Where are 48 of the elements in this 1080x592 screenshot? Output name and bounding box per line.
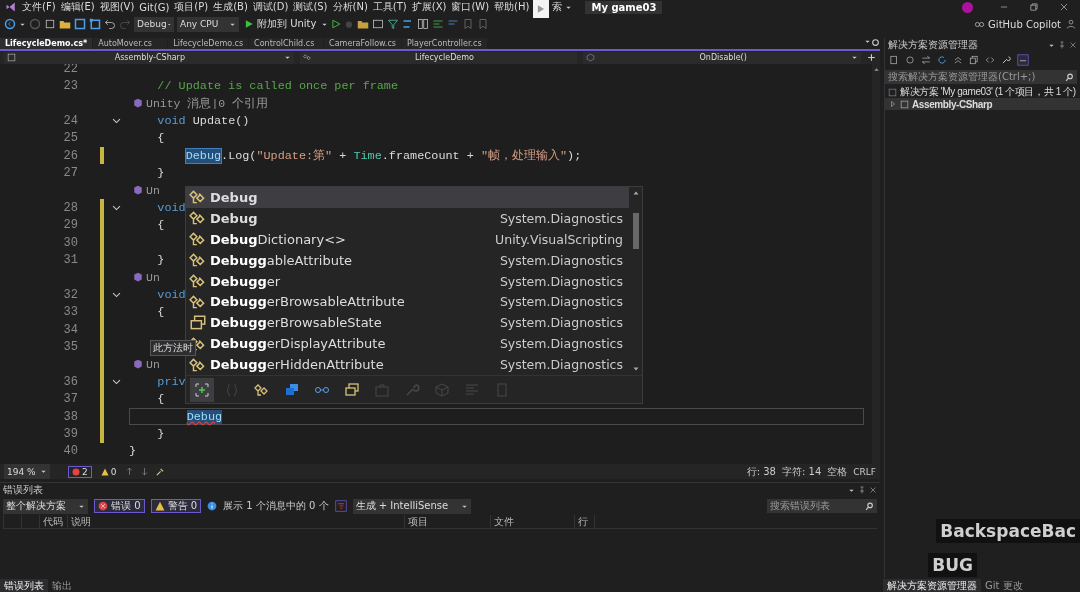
code-token: } xyxy=(129,444,137,459)
line-number: 22 xyxy=(62,64,78,76)
code-token: "帧，处理输入" xyxy=(480,147,568,164)
line-number: 26 xyxy=(62,148,78,163)
keystroke-overlay: BackspaceBac xyxy=(936,519,1080,543)
code-token: .Log( xyxy=(221,148,257,163)
panel-title: 解决方案资源管理器 xyxy=(888,38,978,52)
line-number: 40 xyxy=(62,444,78,459)
line-number: 32 xyxy=(62,287,78,302)
code-token: .frameCount + xyxy=(381,148,475,163)
code-token: + xyxy=(339,148,348,163)
tooltip: 此方法时 xyxy=(150,340,196,356)
code-token: // Update is called once per frame xyxy=(157,79,399,94)
code-token: Debug xyxy=(186,409,223,424)
line-number: 36 xyxy=(62,374,78,389)
line-number: 37 xyxy=(62,392,78,407)
line-number: 28 xyxy=(62,200,78,215)
line-number: 30 xyxy=(62,235,78,250)
code-token: { xyxy=(157,392,165,407)
line-number: 39 xyxy=(62,426,78,441)
line-number: 24 xyxy=(62,113,78,128)
code-token: priv xyxy=(157,374,186,389)
code-token: { xyxy=(157,218,165,233)
code-token: Update() xyxy=(192,113,250,128)
line-number: 34 xyxy=(62,322,78,337)
line-number: 27 xyxy=(62,166,78,181)
code-token: { xyxy=(157,305,165,320)
code-token: void xyxy=(157,113,186,128)
code-token: { xyxy=(157,131,165,146)
code-token: void xyxy=(157,287,186,302)
code-token: Debug xyxy=(185,148,222,163)
code-token: } xyxy=(157,166,165,181)
line-number: 35 xyxy=(62,339,78,354)
code-token: Time xyxy=(353,148,382,163)
code-token: } xyxy=(157,426,165,441)
line-number: 38 xyxy=(62,409,78,424)
line-number: 31 xyxy=(62,253,78,267)
panel-title: 错误列表 xyxy=(3,483,43,497)
code-token: ); xyxy=(567,148,582,163)
code-token: } xyxy=(157,253,165,267)
line-number: 23 xyxy=(62,79,78,94)
line-number: 33 xyxy=(62,305,78,320)
line-number: 29 xyxy=(62,218,78,233)
code-token: void xyxy=(157,200,186,215)
line-number: 25 xyxy=(62,131,78,146)
keystroke-overlay: BUG xyxy=(928,553,977,577)
window-title: My game03 xyxy=(585,0,663,14)
code-token: "Update:第" xyxy=(256,147,333,164)
